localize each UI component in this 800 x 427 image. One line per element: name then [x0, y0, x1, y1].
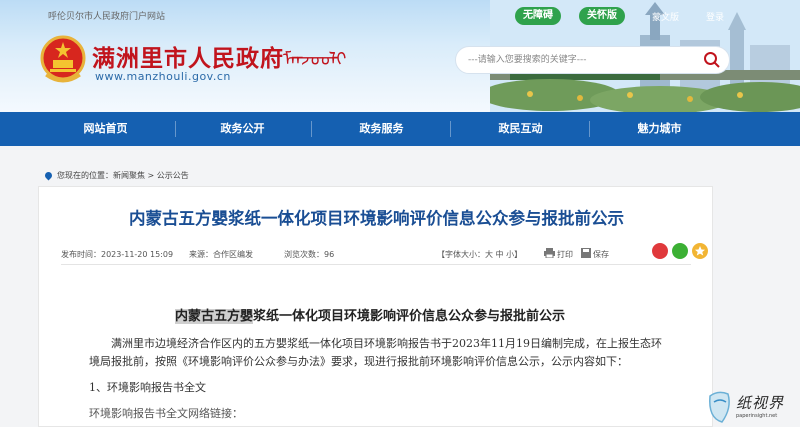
view-count: 浏览次数：96: [284, 250, 335, 259]
national-emblem-icon: [40, 35, 86, 83]
breadcrumb-separator: >: [147, 171, 155, 180]
care-mode-button[interactable]: 关怀版: [579, 7, 625, 25]
publish-time: 发布时间：2023-11-20 15:09: [61, 250, 174, 259]
favorite-star-icon[interactable]: [692, 243, 708, 259]
subtitle-rest: 浆纸一体化项目环境影响评价信息公众参与报批前公示: [253, 309, 566, 324]
breadcrumb-notices[interactable]: 公示公告: [157, 171, 189, 180]
section-heading: 1、环境影响报告书全文: [89, 381, 206, 394]
nav-item-gov-affairs[interactable]: 政务公开: [205, 112, 280, 146]
mongolian-version-link[interactable]: 蒙文版: [652, 10, 679, 23]
article-paragraph: 满洲里市边境经济合作区内的五方嬰浆纸一体化项目环境影响报告书于2023年11月1…: [89, 335, 689, 371]
search-input[interactable]: [456, 47, 696, 73]
search-box: [455, 46, 730, 74]
font-size-control[interactable]: 【字体大小：大 中 小】: [437, 249, 522, 260]
article-title: 内蒙古五方嬰浆纸一体化项目环境影响评价信息公众参与报批前公示: [129, 209, 624, 228]
site-title: 满洲里市人民政府: [92, 46, 284, 72]
nav-item-interaction[interactable]: 政民互动: [483, 112, 558, 146]
breadcrumb-news[interactable]: 新闻聚焦: [113, 171, 145, 180]
save-button[interactable]: 保存: [593, 249, 609, 260]
nav-item-gov-services[interactable]: 政务服务: [344, 112, 419, 146]
search-icon[interactable]: [703, 51, 721, 69]
article-card: 内蒙古五方嬰浆纸一体化项目环境影响评价信息公众参与报批前公示 发布时间：2023…: [38, 186, 713, 427]
site-header: 呼伦贝尔市人民政府门户网站 满洲里市人民政府 ᠮᠠᠨᠵᠤᠤᠯᠢ www.manz…: [0, 0, 800, 112]
selected-text-highlight: 内蒙古五方嬰: [175, 309, 254, 324]
login-link[interactable]: 登录: [706, 10, 724, 23]
paragraph-line: 满洲里市边境经济合作区内的五方嬰浆纸一体化项目环境影响报告书于2023年11月1…: [111, 337, 662, 350]
wechat-share-icon[interactable]: [672, 243, 688, 259]
nav-divider: [175, 121, 176, 137]
paragraph-line: 境局报批前，按照《环境影响评价公众参与办法》要求，现进行报批前环境影响评价信息公…: [89, 355, 628, 368]
watermark-url: paperinsight.net: [736, 413, 778, 419]
accessibility-button[interactable]: 无障碍: [515, 7, 561, 25]
meta-divider: [61, 264, 691, 265]
article-source: 来源：合作区编发: [189, 250, 253, 259]
breadcrumb-prefix: 您现在的位置：: [57, 171, 113, 180]
nav-item-home[interactable]: 网站首页: [68, 112, 143, 146]
watermark-text: 纸视界: [736, 394, 785, 412]
main-nav: 网站首页 政务公开 政务服务 政民互动 魅力城市: [0, 112, 800, 146]
nav-item-city[interactable]: 魅力城市: [622, 112, 697, 146]
print-icon[interactable]: [544, 248, 555, 258]
section-link-label: 环境影响报告书全文网络链接：: [89, 407, 243, 420]
weibo-share-icon[interactable]: [652, 243, 668, 259]
portal-link[interactable]: 呼伦贝尔市人民政府门户网站: [48, 9, 165, 22]
print-button[interactable]: 打印: [557, 249, 573, 260]
breadcrumb: 您现在的位置：新闻聚焦 > 公示公告: [43, 170, 189, 181]
site-url: www.manzhouli.gov.cn: [95, 70, 231, 83]
nav-divider: [450, 121, 451, 137]
nav-divider: [589, 121, 590, 137]
mongolian-site-title: ᠮᠠᠨᠵᠤᠤᠯᠢ: [283, 49, 347, 70]
nav-divider: [311, 121, 312, 137]
location-pin-icon: [43, 170, 54, 181]
article-subtitle: 内蒙古五方嬰浆纸一体化项目环境影响评价信息公众参与报批前公示: [175, 305, 565, 324]
save-icon[interactable]: [581, 248, 591, 258]
